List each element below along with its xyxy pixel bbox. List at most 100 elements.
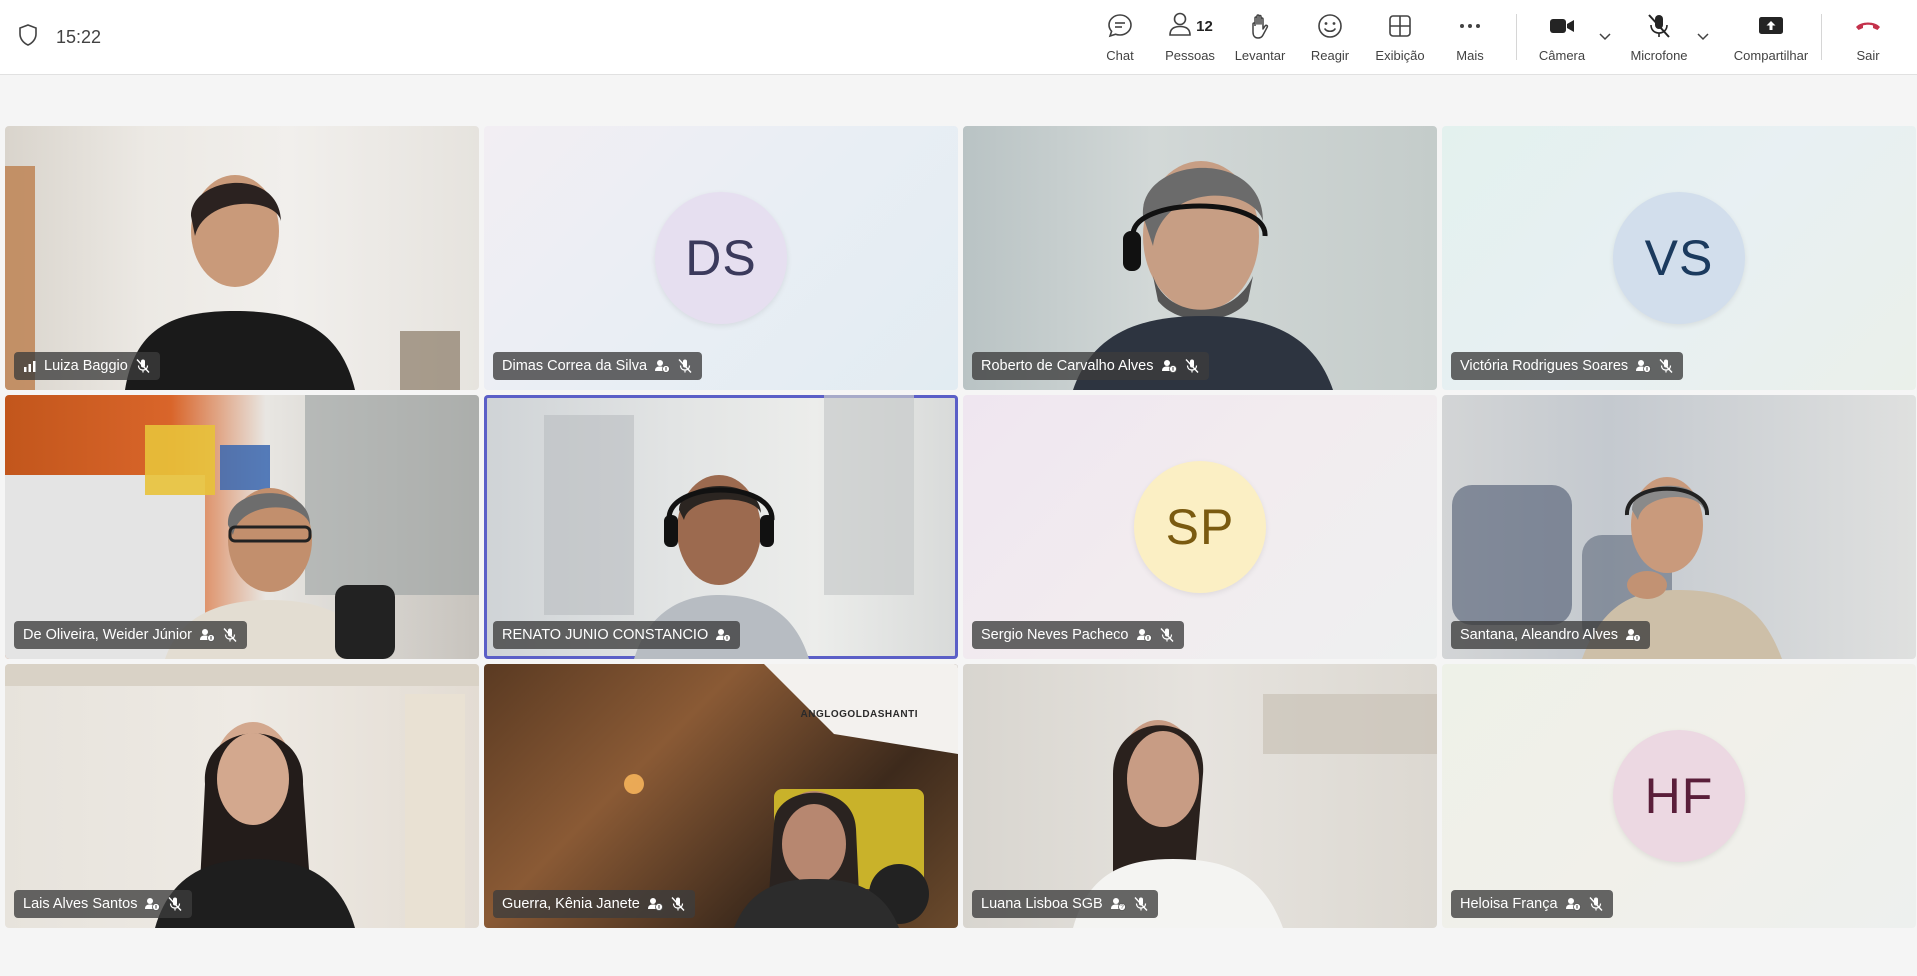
avatar: HF — [1613, 730, 1745, 862]
participant-tile-guerra-kenia-janete[interactable]: ANGLOGOLDASHANTI Guerra, Kênia Janete — [484, 664, 958, 928]
company-logo: ANGLOGOLDASHANTI — [800, 709, 918, 720]
participant-nameplate: Victória Rodrigues Soares — [1451, 352, 1684, 380]
react-button[interactable]: Reagir — [1290, 10, 1370, 66]
chat-label: Chat — [1106, 48, 1134, 63]
participant-video — [1442, 395, 1916, 659]
participant-name: RENATO JUNIO CONSTANCIO — [502, 627, 709, 643]
participant-name: Sergio Neves Pacheco — [981, 627, 1129, 643]
participant-name: Luana Lisboa SGB — [981, 896, 1103, 912]
participant-tile-luiza-baggio[interactable]: Luiza Baggio — [5, 126, 479, 390]
org-icon — [654, 358, 670, 374]
org-icon — [1161, 358, 1177, 374]
avatar: DS — [655, 192, 787, 324]
chat-icon — [1106, 10, 1134, 42]
participant-tile-renato-junio-constancio[interactable]: RENATO JUNIO CONSTANCIO — [484, 395, 958, 659]
participant-video — [5, 126, 479, 390]
participant-tile-lais-alves-santos[interactable]: Lais Alves Santos — [5, 664, 479, 928]
participant-grid: Luiza Baggio DS Dimas Correa da Silva Ro… — [5, 126, 1916, 928]
participant-tile-victoria-rodrigues-soares[interactable]: VS Victória Rodrigues Soares — [1442, 126, 1916, 390]
org-icon — [1635, 358, 1652, 374]
participant-name: Luiza Baggio — [44, 358, 128, 374]
view-button[interactable]: Exibição — [1360, 10, 1440, 66]
mic-off-icon — [222, 627, 238, 643]
mic-off-icon — [677, 358, 693, 374]
participant-name: Guerra, Kênia Janete — [502, 896, 640, 912]
mic-off-icon — [1658, 358, 1674, 374]
mic-off-icon — [135, 358, 151, 374]
mic-off-icon — [1645, 10, 1673, 42]
participant-nameplate: Santana, Aleandro Alves — [1451, 621, 1651, 649]
participant-tile-heloisa-franca[interactable]: HF Heloisa França — [1442, 664, 1916, 928]
participant-nameplate: Dimas Correa da Silva — [493, 352, 703, 380]
people-button[interactable]: 12 Pessoas — [1150, 10, 1230, 66]
people-icon-wrap: 12 — [1167, 10, 1213, 42]
microphone-button[interactable]: Microfone — [1619, 10, 1699, 66]
participant-tile-sergio-neves-pacheco[interactable]: SP Sergio Neves Pacheco — [963, 395, 1437, 659]
meeting-toolbar: 15:22 Chat 12 Pessoas Levantar Reagir Ex… — [0, 0, 1917, 75]
mic-off-icon — [1588, 896, 1604, 912]
participant-nameplate: Lais Alves Santos — [14, 890, 193, 918]
participant-video — [963, 664, 1437, 928]
more-label: Mais — [1456, 48, 1484, 63]
grid-view-icon — [1387, 10, 1413, 42]
hang-up-icon — [1853, 10, 1883, 42]
participant-tile-de-oliveira-weider-junior[interactable]: De Oliveira, Weider Júnior — [5, 395, 479, 659]
people-icon — [1167, 10, 1193, 43]
mic-off-icon — [1184, 358, 1200, 374]
people-label: Pessoas — [1165, 48, 1215, 63]
leave-label: Sair — [1856, 48, 1880, 63]
people-count: 12 — [1196, 17, 1213, 35]
unknown-org-icon: ? — [1110, 896, 1126, 912]
avatar: SP — [1134, 461, 1266, 593]
participant-nameplate: Guerra, Kênia Janete — [493, 890, 695, 918]
participant-name: Heloisa França — [1460, 896, 1558, 912]
chat-button[interactable]: Chat — [1080, 10, 1160, 66]
participant-tile-santana-aleandro-alves[interactable]: Santana, Aleandro Alves — [1442, 395, 1916, 659]
mic-off-icon — [670, 896, 686, 912]
participant-name: Victória Rodrigues Soares — [1460, 358, 1629, 374]
participant-name: Santana, Aleandro Alves — [1460, 627, 1619, 643]
participant-nameplate: Heloisa França — [1451, 890, 1613, 918]
participant-tile-roberto-de-carvalho-alves[interactable]: Roberto de Carvalho Alves — [963, 126, 1437, 390]
org-icon — [144, 896, 161, 912]
mic-off-icon — [167, 896, 183, 912]
mic-label: Microfone — [1630, 48, 1688, 63]
participant-name: Roberto de Carvalho Alves — [981, 358, 1154, 374]
participant-video — [5, 395, 479, 659]
share-screen-icon — [1757, 10, 1785, 42]
participant-nameplate: Luana Lisboa SGB ? — [972, 890, 1158, 918]
org-icon — [1565, 896, 1581, 912]
raise-hand-button[interactable]: Levantar — [1220, 10, 1300, 66]
org-icon — [199, 627, 215, 643]
participant-nameplate: Sergio Neves Pacheco — [972, 621, 1184, 649]
camera-button[interactable]: Câmera — [1522, 10, 1602, 66]
toolbar-divider-2 — [1821, 14, 1822, 60]
camera-label: Câmera — [1538, 48, 1586, 63]
camera-icon — [1548, 10, 1576, 42]
shield-icon[interactable] — [18, 24, 38, 51]
view-label: Exibição — [1375, 48, 1425, 63]
more-button[interactable]: Mais — [1430, 10, 1510, 66]
share-button[interactable]: Compartilhar — [1725, 10, 1817, 66]
participant-name: Lais Alves Santos — [23, 896, 138, 912]
org-icon — [647, 896, 663, 912]
participant-name: Dimas Correa da Silva — [502, 358, 648, 374]
raise-hand-label: Levantar — [1234, 48, 1286, 63]
signal-icon — [23, 360, 37, 372]
participant-name: De Oliveira, Weider Júnior — [23, 627, 192, 643]
participant-video — [484, 395, 958, 659]
more-dots-icon — [1457, 10, 1483, 42]
mic-options-chevron-icon[interactable] — [1694, 28, 1712, 46]
participant-tile-luana-lisboa-sgb[interactable]: Luana Lisboa SGB ? — [963, 664, 1437, 928]
org-icon — [1625, 627, 1641, 643]
participant-tile-dimas-correa-da-silva[interactable]: DS Dimas Correa da Silva — [484, 126, 958, 390]
share-label: Compartilhar — [1733, 48, 1809, 63]
org-icon — [715, 627, 732, 643]
leave-button[interactable]: Sair — [1828, 10, 1908, 66]
mic-off-icon — [1159, 627, 1175, 643]
participant-nameplate: Luiza Baggio — [14, 352, 160, 380]
participant-video — [5, 664, 479, 928]
avatar: VS — [1613, 192, 1745, 324]
meeting-status: 15:22 — [18, 24, 101, 51]
camera-options-chevron-icon[interactable] — [1596, 28, 1614, 46]
